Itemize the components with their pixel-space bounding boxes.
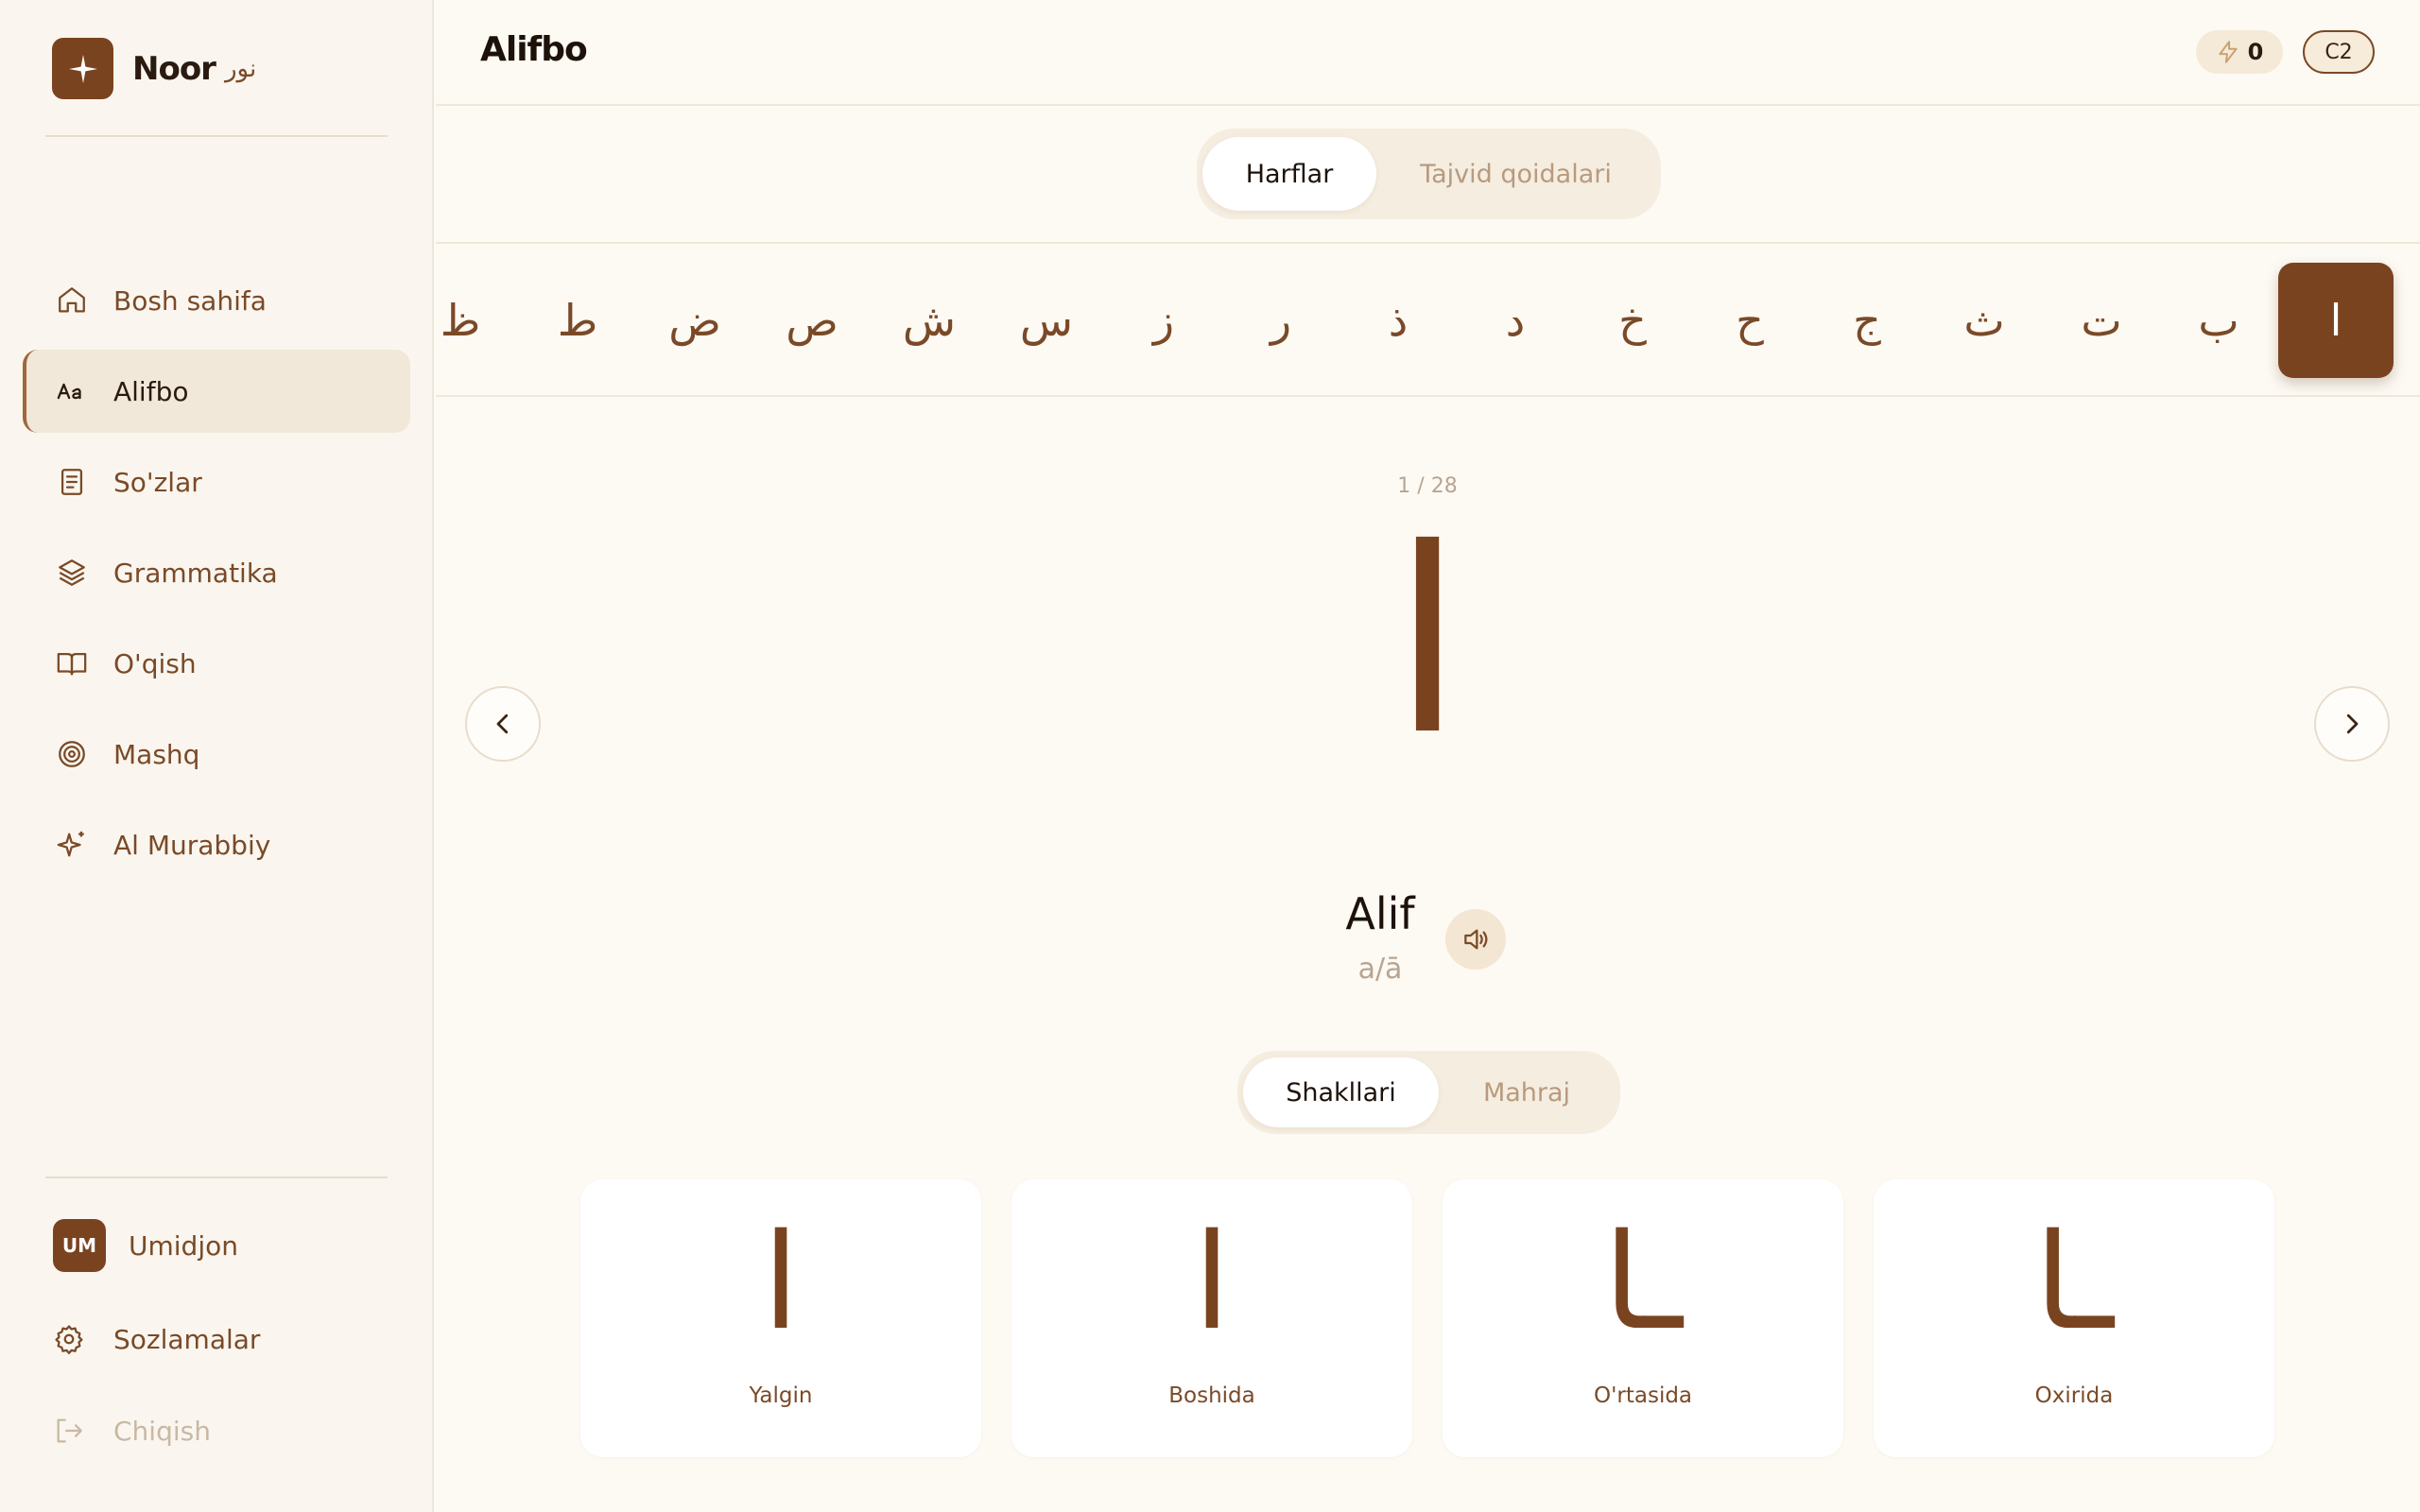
form-label: O'rtasida: [1593, 1383, 1693, 1408]
nav-label: Bosh sahifa: [113, 284, 267, 317]
letter-tile[interactable]: ظ: [436, 263, 518, 378]
nav-label: Mashq: [113, 738, 200, 770]
form-card-isolated[interactable]: ا Yalgin: [580, 1179, 981, 1457]
main-nav: Bosh sahifa Alifbo So'zlar Grammatika O'…: [23, 259, 410, 894]
nav-item-alphabet[interactable]: Alifbo: [23, 350, 410, 433]
tab-tajweed-rules[interactable]: Tajvid qoidalari: [1376, 137, 1655, 211]
target-icon: [53, 735, 91, 773]
brand[interactable]: Noor نور: [52, 38, 256, 99]
form-label: Oxirida: [2034, 1383, 2114, 1408]
divider: [45, 1177, 388, 1178]
letter-transliteration: a/ā: [1357, 953, 1403, 986]
tab-makhraj[interactable]: Mahraj: [1439, 1057, 1615, 1127]
form-glyph: ـا: [1603, 1206, 1683, 1360]
form-label: Yalgin: [749, 1383, 813, 1408]
speaker-icon: [1464, 929, 1488, 950]
form-glyph: ـا: [2034, 1206, 2114, 1360]
form-label: Boshida: [1168, 1383, 1255, 1408]
letter-tile[interactable]: ت: [2044, 263, 2159, 378]
letter-tile[interactable]: ح: [1692, 263, 1807, 378]
form-glyph: ا: [762, 1206, 800, 1360]
level-badge[interactable]: C2: [2303, 30, 2375, 74]
letter-tile[interactable]: ز: [1106, 263, 1221, 378]
letter-tile[interactable]: ث: [1927, 263, 2042, 378]
xp-count: 0: [2247, 39, 2264, 65]
top-header: Alifbo 0 C2: [436, 0, 2420, 106]
nav-item-home[interactable]: Bosh sahifa: [23, 259, 410, 342]
letter-tile[interactable]: ر: [1223, 263, 1339, 378]
sparkle-logo-icon: [52, 38, 113, 99]
nav-label: So'zlar: [113, 466, 202, 498]
nav-item-grammar[interactable]: Grammatika: [23, 531, 410, 614]
play-audio-button[interactable]: [1445, 909, 1506, 970]
nav-item-reading[interactable]: O'qish: [23, 622, 410, 705]
layers-icon: [53, 554, 91, 592]
letter-tile[interactable]: ش: [872, 263, 987, 378]
gear-icon: [55, 1325, 83, 1355]
settings-button[interactable]: Sozlamalar: [53, 1323, 260, 1355]
divider: [45, 135, 388, 137]
letter-tile[interactable]: ب: [2161, 263, 2276, 378]
alphabet-icon: [53, 372, 91, 410]
document-icon: [53, 463, 91, 501]
user-profile[interactable]: UM Umidjon: [53, 1219, 238, 1272]
home-icon: [53, 282, 91, 319]
letter-tile[interactable]: س: [989, 263, 1104, 378]
lightning-icon: [2218, 41, 2238, 63]
nav-label: Al Murabbiy: [113, 829, 271, 861]
letters-rules-tabs: Harflar Tajvid qoidalari: [1197, 129, 1661, 219]
logout-button[interactable]: Chiqish: [53, 1415, 211, 1447]
nav-label: Alifbo: [113, 375, 189, 407]
chevron-left-icon: [496, 713, 509, 734]
logout-label: Chiqish: [113, 1415, 211, 1447]
brand-arabic: نور: [224, 54, 257, 83]
letter-tile[interactable]: ص: [754, 263, 870, 378]
letter-tile[interactable]: ض: [637, 263, 752, 378]
letter-tile[interactable]: ج: [1809, 263, 1925, 378]
letter-tile[interactable]: خ: [1575, 263, 1690, 378]
logout-icon: [57, 1418, 82, 1443]
chevron-right-icon: [2346, 713, 2359, 734]
letter-tile[interactable]: د: [1458, 263, 1573, 378]
form-card-initial[interactable]: ا Boshida: [1011, 1179, 1412, 1457]
brand-name: Noor: [132, 49, 216, 88]
sparkle-icon: [53, 826, 91, 864]
letter-tile[interactable]: ا: [2278, 263, 2394, 378]
previous-letter-button[interactable]: [465, 686, 541, 762]
avatar: UM: [53, 1219, 106, 1272]
current-letter-glyph: ا: [1392, 493, 1463, 791]
forms-makhraj-tabs: Shakllari Mahraj: [1237, 1051, 1620, 1134]
page-title: Alifbo: [480, 30, 588, 69]
letter-tile[interactable]: ذ: [1340, 263, 1456, 378]
tab-letters[interactable]: Harflar: [1202, 137, 1376, 211]
book-icon: [53, 644, 91, 682]
nav-label: O'qish: [113, 647, 197, 679]
sidebar: Noor نور Bosh sahifa Alifbo So'zlar Gram…: [0, 0, 434, 1512]
form-glyph: ا: [1193, 1206, 1231, 1360]
settings-label: Sozlamalar: [113, 1323, 261, 1355]
user-name: Umidjon: [129, 1229, 238, 1262]
form-card-final[interactable]: ـا Oxirida: [1874, 1179, 2274, 1457]
tab-forms[interactable]: Shakllari: [1243, 1057, 1439, 1127]
nav-label: Grammatika: [113, 557, 278, 589]
next-letter-button[interactable]: [2314, 686, 2390, 762]
nav-item-practice[interactable]: Mashq: [23, 713, 410, 796]
form-card-medial[interactable]: ـا O'rtasida: [1443, 1179, 1843, 1457]
xp-badge[interactable]: 0: [2196, 30, 2283, 74]
nav-item-words[interactable]: So'zlar: [23, 440, 410, 524]
letter-strip: ابتثجحخدذرزسشصضطظ: [436, 242, 2420, 397]
nav-item-tutor[interactable]: Al Murabbiy: [23, 803, 410, 886]
letter-tile[interactable]: ط: [520, 263, 635, 378]
